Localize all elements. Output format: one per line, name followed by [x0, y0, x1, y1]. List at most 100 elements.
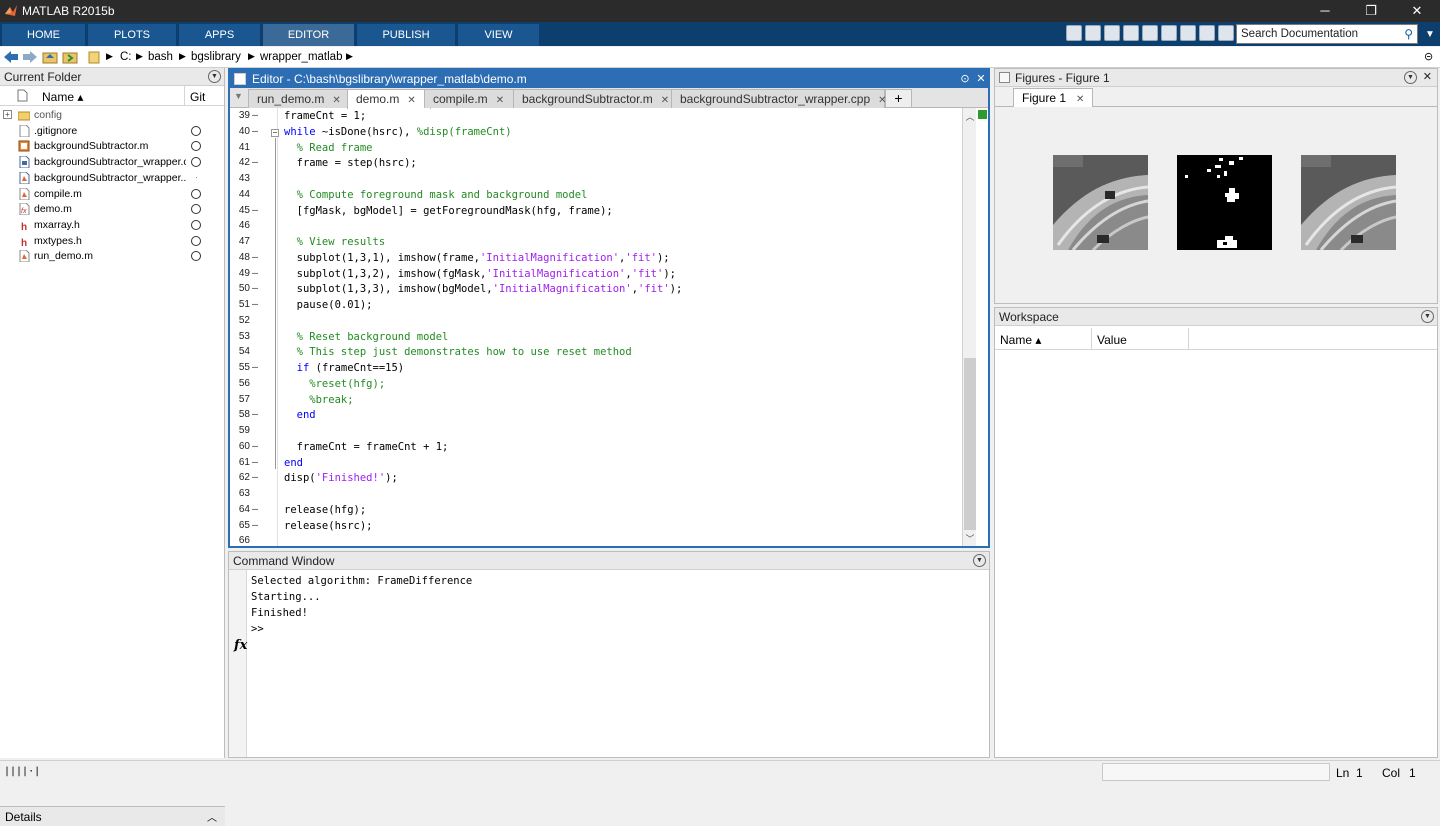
breakpoint-marker[interactable]: – — [252, 409, 258, 420]
close-tab-icon[interactable]: ✕ — [332, 95, 340, 106]
breakpoint-marker[interactable]: – — [252, 504, 258, 515]
close-tab-icon[interactable]: ✕ — [661, 95, 669, 106]
code-line: pause(0.01); — [284, 299, 373, 311]
scroll-down-icon[interactable]: ﹀ — [965, 532, 975, 544]
paste-icon[interactable] — [1142, 25, 1158, 41]
close-window-button[interactable]: ✕ — [1394, 0, 1440, 22]
tab-plots[interactable]: PLOTS — [88, 24, 177, 46]
back-arrow-icon[interactable] — [3, 50, 19, 64]
list-item[interactable]: .gitignore — [0, 123, 224, 139]
expand-ribbon-icon[interactable]: ▼ — [1420, 24, 1440, 46]
line-number: 58 — [238, 409, 250, 421]
redo-icon[interactable] — [1180, 25, 1196, 41]
list-item[interactable]: h mxarray.h — [0, 217, 224, 233]
scrollbar-thumb[interactable] — [964, 358, 976, 530]
panel-actions-icon[interactable]: ▼ — [1404, 71, 1417, 84]
list-item[interactable]: + config — [0, 107, 224, 123]
close-tab-icon[interactable]: ✕ — [407, 95, 415, 106]
scroll-up-icon[interactable]: ︿ — [965, 110, 975, 122]
breadcrumb-c[interactable]: C: — [120, 51, 132, 63]
workspace-name-column[interactable]: Name ▴ — [1000, 333, 1041, 347]
close-editor-icon[interactable]: ✕ — [974, 72, 988, 86]
panel-actions-icon[interactable]: ▼ — [973, 554, 986, 567]
list-item[interactable]: fx demo.m — [0, 201, 224, 217]
code-line: disp('Finished!'); — [284, 472, 398, 485]
fold-toggle-icon[interactable]: − — [271, 128, 279, 137]
tab-background-subtractor[interactable]: backgroundSubtractor.m ✕ — [513, 89, 672, 108]
breakpoint-marker[interactable]: – — [252, 252, 258, 263]
panel-actions-icon[interactable]: ▼ — [1421, 310, 1434, 323]
line-number: 40 — [238, 125, 250, 137]
copy-icon[interactable] — [1123, 25, 1139, 41]
list-item[interactable]: backgroundSubtractor_wrapper.... · — [0, 170, 224, 186]
code-line: end — [284, 409, 316, 422]
breakpoint-marker[interactable]: – — [252, 283, 258, 294]
new-icon[interactable] — [1066, 25, 1082, 41]
tab-apps[interactable]: APPS — [179, 24, 261, 46]
list-item[interactable]: backgroundSubtractor.m — [0, 138, 224, 154]
save-icon[interactable] — [1085, 25, 1101, 41]
tab-publish[interactable]: PUBLISH — [357, 24, 456, 46]
editor-actions-icon[interactable]: ⊙ — [958, 72, 972, 86]
breakpoint-marker[interactable]: – — [252, 205, 258, 216]
file-name: backgroundSubtractor_wrapper.... — [34, 171, 186, 184]
breadcrumb-bgslibrary[interactable]: bgslibrary — [191, 51, 241, 63]
name-column-header[interactable]: Name ▴ — [42, 90, 83, 104]
code-analyzer-ok-icon[interactable] — [978, 110, 987, 119]
command-prompt[interactable]: >> — [251, 623, 264, 635]
breakpoint-marker[interactable]: – — [252, 126, 258, 137]
breakpoint-marker[interactable]: – — [252, 268, 258, 279]
code-line: release(hsrc); — [284, 519, 373, 532]
breakpoint-marker[interactable]: – — [252, 110, 258, 121]
list-item[interactable]: run_demo.m — [0, 248, 224, 264]
tab-demo[interactable]: demo.m ✕ — [347, 89, 431, 109]
browse-folder-icon[interactable] — [62, 50, 78, 64]
breakpoint-marker[interactable]: – — [252, 520, 258, 531]
close-tab-icon[interactable]: ✕ — [1076, 94, 1084, 105]
tab-compile[interactable]: compile.m ✕ — [424, 89, 514, 108]
panel-actions-icon[interactable]: ▼ — [208, 70, 221, 83]
close-figures-icon[interactable]: ✕ — [1423, 70, 1432, 83]
minimize-button[interactable]: ─ — [1302, 0, 1348, 22]
undo-icon[interactable] — [1161, 25, 1177, 41]
add-tab-button[interactable]: + — [885, 89, 912, 108]
help-icon[interactable] — [1218, 25, 1234, 41]
breakpoint-marker[interactable]: – — [252, 362, 258, 373]
code-area[interactable]: 39–40– −41 42–43 44 45–46 47 48–49–50–51–52 53 5… — [230, 108, 962, 546]
up-folder-icon[interactable] — [42, 50, 58, 64]
breadcrumb-bash[interactable]: bash — [148, 51, 173, 63]
tab-view[interactable]: VIEW — [458, 24, 540, 46]
switch-windows-icon[interactable] — [1199, 25, 1215, 41]
editor-panel: Editor - C:\bash\bgslibrary\wrapper_matl… — [228, 68, 990, 548]
forward-arrow-icon[interactable] — [22, 50, 38, 64]
list-item[interactable]: h mxtypes.h — [0, 233, 224, 249]
breakpoint-marker[interactable]: – — [252, 299, 258, 310]
function-browser-icon[interactable]: fx — [234, 638, 247, 653]
editor-vertical-scrollbar[interactable]: ︿ ﹀ — [962, 108, 976, 546]
workspace-value-column[interactable]: Value — [1097, 333, 1127, 347]
list-item[interactable]: compile.m — [0, 186, 224, 202]
breakpoint-marker[interactable]: – — [252, 157, 258, 168]
breakpoint-marker[interactable]: – — [252, 457, 258, 468]
tab-figure-1[interactable]: Figure 1 ✕ — [1013, 88, 1094, 107]
list-item[interactable]: backgroundSubtractor_wrapper.c... — [0, 154, 224, 170]
maximize-button[interactable]: ❐ — [1348, 0, 1394, 22]
expand-icon[interactable]: + — [3, 110, 12, 119]
search-documentation-input[interactable]: Search Documentation ⚲ — [1236, 24, 1418, 44]
chevron-up-icon[interactable]: ︿ — [207, 809, 217, 824]
breadcrumb-wrapper-matlab[interactable]: wrapper_matlab — [260, 51, 342, 63]
breakpoint-marker[interactable]: – — [252, 472, 258, 483]
tab-home[interactable]: HOME — [2, 24, 86, 46]
search-icon[interactable]: ⚲ — [1404, 27, 1413, 41]
details-panel[interactable]: Details ︿ — [0, 806, 225, 826]
close-tab-icon[interactable]: ✕ — [496, 95, 504, 106]
git-column-header[interactable]: Git — [190, 90, 205, 104]
tab-editor[interactable]: EDITOR — [263, 24, 355, 46]
folder-icon — [18, 111, 30, 121]
breakpoint-marker[interactable]: – — [252, 441, 258, 452]
tab-run-demo[interactable]: run_demo.m ✕ — [248, 89, 348, 108]
address-dropdown-icon[interactable]: ⊝ — [1424, 50, 1433, 63]
cut-icon[interactable] — [1104, 25, 1120, 41]
tab-background-subtractor-wrapper[interactable]: backgroundSubtractor_wrapper.cpp ✕ — [671, 89, 887, 108]
line-number: 53 — [238, 330, 250, 342]
